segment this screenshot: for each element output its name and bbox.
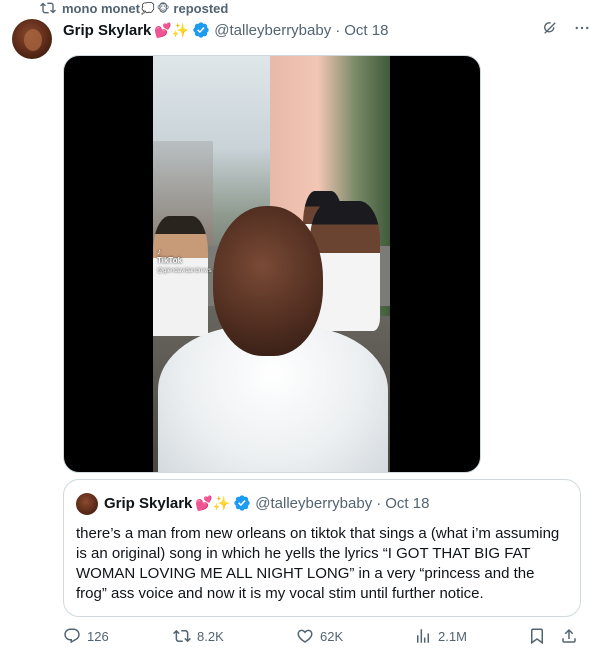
quoted-author-avatar [76, 493, 98, 515]
face-emoji-icon: 🐵 [156, 2, 170, 15]
reply-button[interactable]: 126 [63, 627, 109, 645]
author-avatar[interactable] [12, 19, 52, 59]
repost-indicator[interactable]: mono monet 💭 🐵 reposted [40, 0, 228, 16]
post-date[interactable]: Oct 18 [344, 22, 388, 39]
reply-icon [64, 628, 80, 644]
more-options-icon[interactable] [573, 19, 591, 41]
separator-dot: · [335, 21, 341, 39]
quoted-author-emojis: 💕✨ [195, 494, 231, 511]
views-button[interactable]: 2.1M [414, 627, 467, 645]
bubble-emoji-icon: 💭 [141, 2, 155, 15]
like-count: 62K [320, 628, 344, 644]
author-emojis: 💕✨ [154, 21, 190, 38]
repost-count: 8.2K [197, 628, 224, 644]
quoted-post[interactable]: Grip Skylark 💕✨ @talleyberrybaby · Oct 1… [63, 479, 581, 617]
quoted-author-handle: @talleyberrybaby [255, 494, 373, 512]
repost-button[interactable]: 8.2K [173, 627, 224, 645]
tiktok-brand: TikTok [157, 255, 183, 265]
verified-badge-icon [233, 494, 251, 512]
header-actions [541, 19, 591, 41]
tiktok-watermark: ♪ TikTok @glendavidandrews [157, 247, 212, 274]
share-icon [562, 628, 576, 643]
singer-face-image [213, 206, 323, 356]
tiktok-logo-icon: ♪ [157, 247, 161, 256]
repost-icon [40, 0, 56, 16]
repost-label: reposted [173, 0, 229, 16]
post-header: Grip Skylark 💕✨ @talleyberrybaby · Oct 1… [63, 19, 591, 41]
bookmark-icon [531, 628, 543, 645]
heart-icon [297, 629, 313, 643]
quoted-post-date: Oct 18 [385, 494, 430, 512]
tiktok-handle: @glendavidandrews [157, 267, 212, 274]
author-handle[interactable]: @talleyberrybaby [214, 22, 331, 39]
verified-badge-icon[interactable] [192, 21, 210, 39]
banjo-player-image [153, 216, 208, 336]
reply-count: 126 [87, 628, 109, 644]
views-chart-icon [417, 629, 429, 643]
views-count: 2.1M [438, 628, 467, 644]
video-player[interactable]: ♪ TikTok @glendavidandrews [63, 55, 481, 473]
share-button[interactable] [560, 627, 578, 645]
quoted-author-name: Grip Skylark [104, 494, 193, 512]
separator-dot: · [376, 494, 382, 512]
quoted-post-text: there’s a man from new orleans on tiktok… [76, 525, 560, 602]
author-name[interactable]: Grip Skylark [63, 22, 151, 39]
quoted-post-header: Grip Skylark 💕✨ @talleyberrybaby · Oct 1… [104, 492, 429, 514]
action-bar: 126 8.2K 62K 2.1M [63, 624, 591, 648]
bookmark-button[interactable] [528, 627, 546, 645]
like-button[interactable]: 62K [296, 627, 343, 645]
repost-user[interactable]: mono monet [62, 1, 140, 16]
repost-icon [173, 629, 191, 643]
grok-icon[interactable] [541, 19, 559, 41]
video-frame[interactable]: ♪ TikTok @glendavidandrews [153, 56, 390, 472]
